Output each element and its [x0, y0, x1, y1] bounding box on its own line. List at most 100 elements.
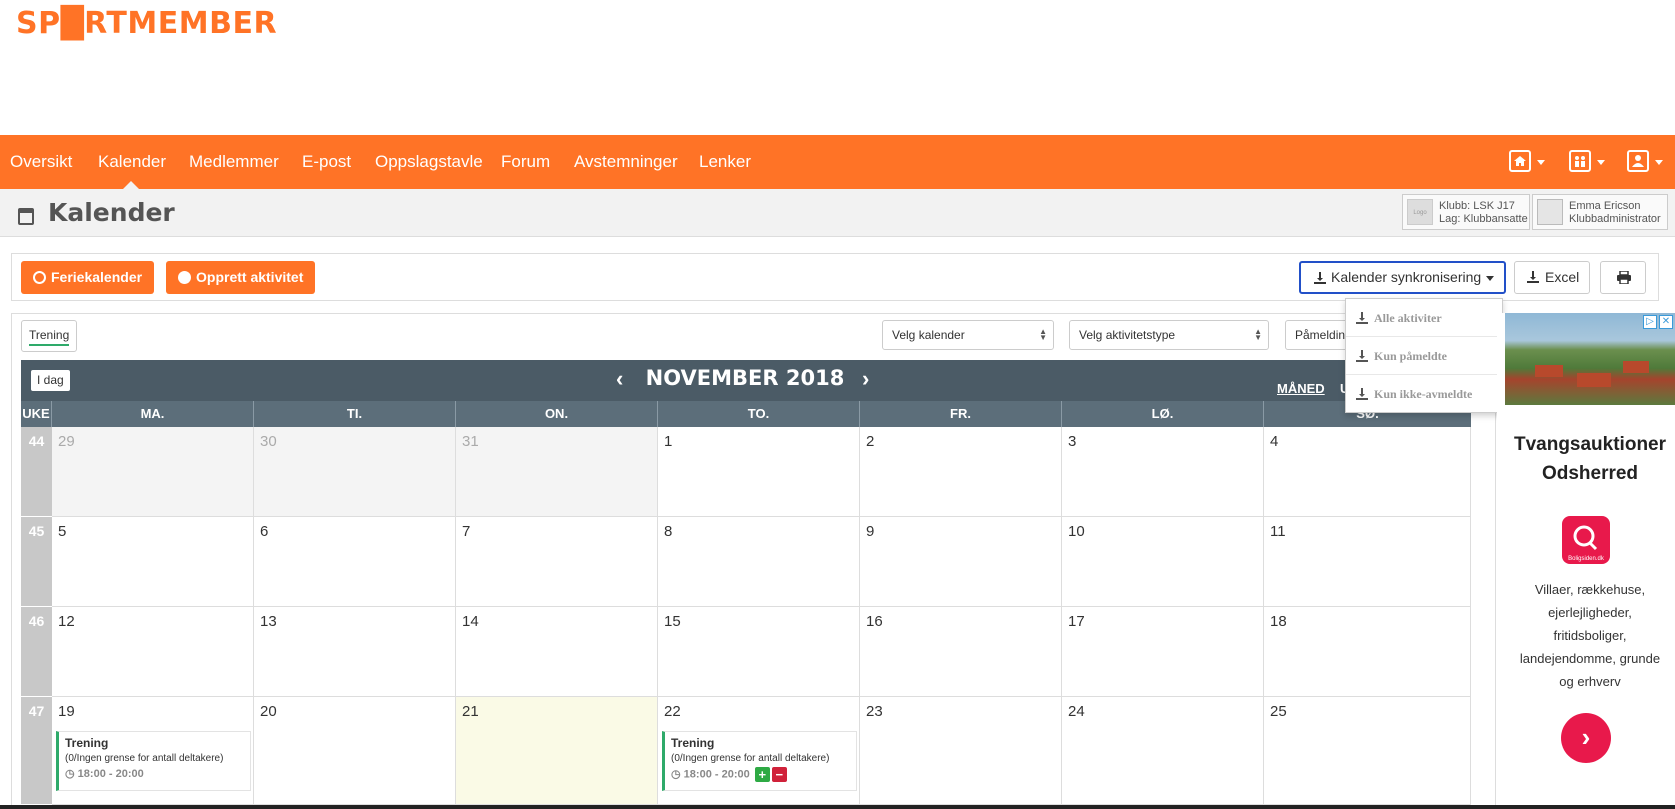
chevron-down-icon[interactable] [1597, 160, 1605, 165]
day-cell[interactable]: 6 [254, 517, 456, 607]
ad-brand-logo: Boligsiden.dk [1562, 516, 1610, 564]
svg-text:Boligsiden.dk: Boligsiden.dk [1568, 556, 1605, 562]
nav-avstemninger[interactable]: Avstemninger [574, 135, 678, 189]
week-number[interactable]: 46 [21, 607, 52, 697]
sync-not-declined-only[interactable]: Kun ikke-avmeldte [1346, 375, 1502, 413]
day-cell-today[interactable]: 21 [456, 697, 658, 805]
day-cell[interactable]: 30 [254, 427, 456, 517]
day-header-wed: ON. [456, 401, 658, 427]
day-cell[interactable]: 29 [52, 427, 254, 517]
nav-lenker[interactable]: Lenker [699, 135, 751, 189]
today-button[interactable]: I dag [31, 370, 70, 391]
avatar [1537, 199, 1563, 225]
day-cell[interactable]: 17 [1062, 607, 1264, 697]
excel-export-button[interactable]: Excel [1514, 261, 1590, 294]
download-icon [1314, 272, 1326, 284]
clock-icon: ◷ [671, 768, 681, 781]
day-cell[interactable]: 12 [52, 607, 254, 697]
day-cell[interactable]: 4 [1264, 427, 1471, 517]
download-icon [1527, 271, 1539, 283]
week-number[interactable]: 44 [21, 427, 52, 517]
calendar-sync-button[interactable]: Kalender synkronisering [1299, 261, 1506, 294]
day-header-fri: FR. [860, 401, 1062, 427]
sportmember-logo[interactable]: SP█RTMEMBER [16, 6, 277, 41]
day-cell[interactable]: 9 [860, 517, 1062, 607]
signup-button[interactable]: + [754, 767, 770, 782]
event-description: (0/Ingen grense for antall deltakere) [671, 753, 830, 764]
select-arrows-icon: ▲ ▼ [1039, 327, 1047, 342]
day-cell[interactable]: 1 [658, 427, 860, 517]
day-cell[interactable]: 5 [52, 517, 254, 607]
day-cell[interactable]: 18 [1264, 607, 1471, 697]
day-cell[interactable]: 24 [1062, 697, 1264, 805]
nav-forum[interactable]: Forum [501, 135, 550, 189]
user-role: Klubbadministrator [1569, 213, 1661, 225]
event-time: 18:00 - 20:00 [683, 768, 750, 781]
home-icon[interactable] [1509, 150, 1531, 172]
day-cell[interactable]: 10 [1062, 517, 1264, 607]
nav-oppslagstavle[interactable]: Oppslagstavle [375, 135, 483, 189]
event-card[interactable]: Trening (0/Ingen grense for antall delta… [662, 731, 857, 791]
month-title: NOVEMBER 2018 [645, 366, 845, 390]
club-info[interactable]: Logo Klubb: LSK J17 Lag: Klubbansatte [1402, 194, 1530, 230]
week-number[interactable]: 47 [21, 697, 52, 805]
select-arrows-icon: ▲ ▼ [1254, 327, 1262, 342]
nav-medlemmer[interactable]: Medlemmer [189, 135, 279, 189]
day-cell[interactable]: 15 [658, 607, 860, 697]
day-cell[interactable]: 13 [254, 607, 456, 697]
plus-circle-icon [178, 271, 191, 284]
day-cell[interactable]: 31 [456, 427, 658, 517]
download-icon [1356, 312, 1368, 324]
ad-close-icon[interactable]: ✕ [1659, 315, 1673, 329]
print-icon [1617, 271, 1631, 284]
filter-tag-trening[interactable]: Trening [21, 320, 78, 352]
spinner-icon [33, 271, 46, 284]
team-name: Lag: Klubbansatte [1439, 213, 1528, 225]
ad-info-icon[interactable]: ▷ [1643, 315, 1657, 329]
day-header-sat: LØ. [1062, 401, 1264, 427]
day-cell[interactable]: 7 [456, 517, 658, 607]
month-view-link[interactable]: MÅNED [1277, 381, 1325, 396]
active-nav-indicator [123, 181, 139, 189]
calendar-select[interactable]: Velg kalender ▲ ▼ [882, 320, 1054, 350]
sync-signed-up-only[interactable]: Kun påmeldte [1346, 337, 1502, 375]
page-title: Kalender [48, 198, 175, 227]
print-button[interactable] [1600, 261, 1646, 294]
decline-button[interactable]: − [771, 767, 787, 782]
nav-oversikt[interactable]: Oversikt [10, 135, 72, 189]
user-name: Emma Ericson [1569, 200, 1641, 212]
window-bottom-edge [0, 805, 1675, 809]
calendar-icon [18, 208, 34, 225]
activity-type-select[interactable]: Velg aktivitetstype ▲ ▼ [1069, 320, 1269, 350]
nav-epost[interactable]: E-post [302, 135, 351, 189]
holiday-calendar-button[interactable]: Feriekalender [21, 261, 155, 294]
day-cell[interactable]: 2 [860, 427, 1062, 517]
house-search-icon: Boligsiden.dk [1568, 525, 1605, 562]
week-number[interactable]: 45 [21, 517, 52, 607]
chevron-down-icon[interactable] [1537, 160, 1545, 165]
day-header-mon: MA. [52, 401, 254, 427]
chevron-down-icon[interactable] [1655, 160, 1663, 165]
next-month-button[interactable]: › [862, 366, 869, 392]
event-title: Trening [671, 736, 715, 750]
sync-all-activities[interactable]: Alle aktiviter [1346, 299, 1502, 337]
ad-cta-button[interactable]: › [1561, 713, 1611, 763]
day-cell[interactable]: 8 [658, 517, 860, 607]
event-time: 18:00 - 20:00 [77, 768, 144, 780]
day-header-tue: TI. [254, 401, 456, 427]
create-activity-button[interactable]: Opprett aktivitet [166, 261, 316, 294]
event-description: (0/Ingen grense for antall deltakere) [65, 753, 224, 764]
day-cell[interactable]: 23 [860, 697, 1062, 805]
day-cell[interactable]: 3 [1062, 427, 1264, 517]
user-icon[interactable] [1627, 150, 1649, 172]
day-cell[interactable]: 16 [860, 607, 1062, 697]
day-cell[interactable]: 25 [1264, 697, 1471, 805]
event-card[interactable]: Trening (0/Ingen grense for antall delta… [56, 731, 251, 791]
day-cell[interactable]: 11 [1264, 517, 1471, 607]
day-cell[interactable]: 14 [456, 607, 658, 697]
ad-description: Villaer, rækkehuse, ejerlejligheder, fri… [1519, 582, 1661, 689]
user-info[interactable]: Emma Ericson Klubbadministrator [1532, 194, 1668, 230]
download-icon [1356, 350, 1368, 362]
day-cell[interactable]: 20 [254, 697, 456, 805]
team-icon[interactable] [1569, 150, 1591, 172]
